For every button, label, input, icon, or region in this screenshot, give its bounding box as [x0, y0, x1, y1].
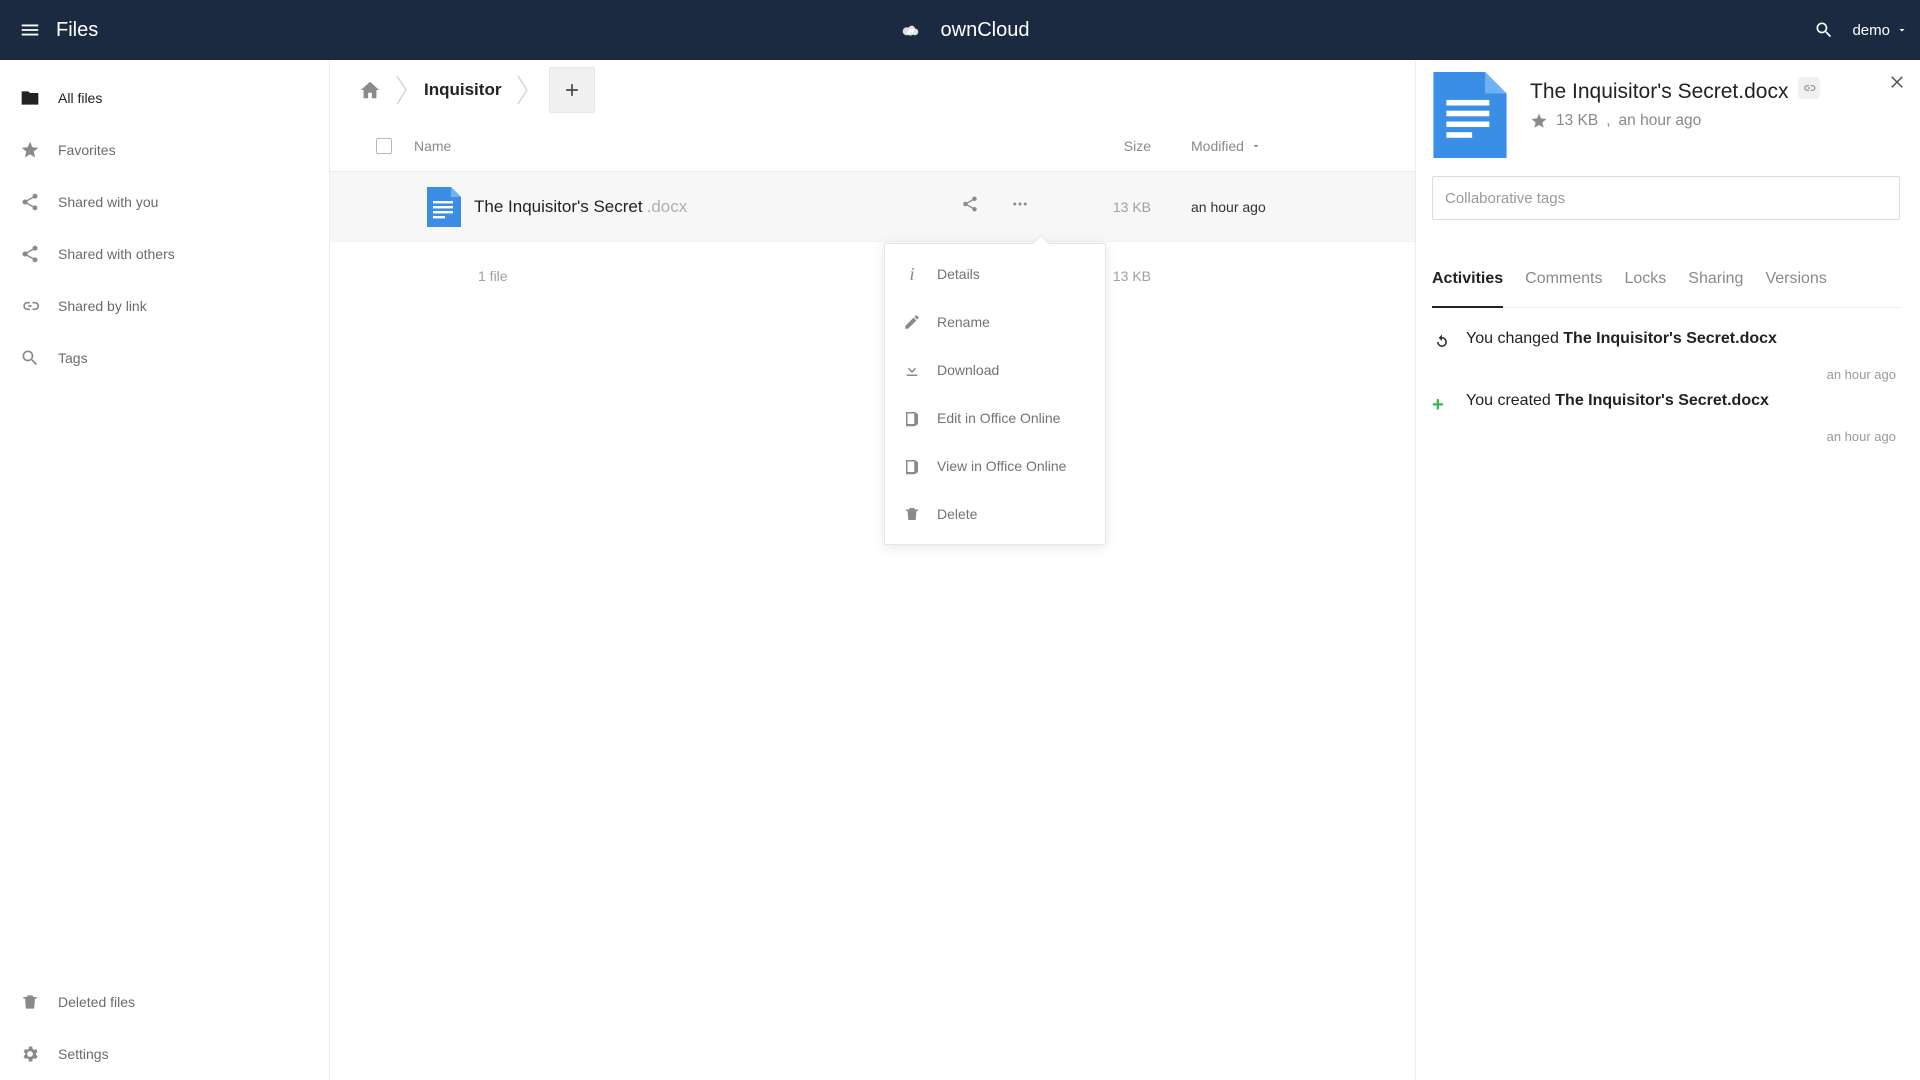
- activity-time: an hour ago: [1432, 429, 1900, 444]
- column-header-size[interactable]: Size: [1041, 138, 1191, 154]
- sidebar-item-favorites[interactable]: Favorites: [0, 124, 329, 176]
- sidebar-item-shared-with-others[interactable]: Shared with others: [0, 228, 329, 280]
- brand-name: ownCloud: [941, 19, 1030, 42]
- star-icon: [20, 140, 40, 160]
- plus-icon: [562, 80, 582, 100]
- ellipsis-icon: [1009, 195, 1031, 213]
- star-icon[interactable]: [1530, 112, 1548, 130]
- sidebar-item-label: Shared by link: [58, 298, 147, 314]
- column-header-modified[interactable]: Modified: [1191, 138, 1391, 154]
- activity-item: + You created The Inquisitor's Secret.do…: [1432, 392, 1900, 417]
- breadcrumb-separator: [392, 68, 412, 112]
- trash-icon: [20, 992, 40, 1012]
- file-panel: Inquisitor Name Size Modified: [330, 60, 1416, 1080]
- share-button[interactable]: [961, 195, 979, 218]
- collaborative-tags-input[interactable]: [1432, 176, 1900, 220]
- folder-icon: [20, 88, 40, 108]
- sidebar-item-all-files[interactable]: All files: [0, 72, 329, 124]
- file-name: The Inquisitor's Secret.docx: [474, 197, 961, 217]
- activity-time: an hour ago: [1432, 367, 1900, 382]
- breadcrumb-current[interactable]: Inquisitor: [424, 80, 501, 100]
- gear-icon: [20, 1044, 40, 1064]
- sort-desc-icon: [1250, 140, 1262, 152]
- details-panel: The Inquisitor's Secret.docx 13 KB, an h…: [1416, 60, 1920, 1080]
- link-icon: [20, 296, 40, 316]
- home-icon: [359, 79, 381, 101]
- changed-icon: [1432, 332, 1452, 355]
- sidebar-item-shared-with-you[interactable]: Shared with you: [0, 176, 329, 228]
- chevron-down-icon: [1896, 24, 1908, 36]
- info-icon: i: [903, 264, 921, 284]
- menu-button[interactable]: [12, 19, 48, 41]
- more-actions-button[interactable]: [1009, 195, 1031, 218]
- breadcrumb-separator: [513, 68, 533, 112]
- sidebar-item-label: Settings: [58, 1046, 109, 1062]
- sidebar-item-deleted-files[interactable]: Deleted files: [0, 976, 329, 1028]
- owncloud-logo-icon: [891, 14, 931, 46]
- sidebar-item-shared-by-link[interactable]: Shared by link: [0, 280, 329, 332]
- details-title: The Inquisitor's Secret.docx: [1530, 80, 1788, 104]
- user-label: demo: [1852, 22, 1890, 39]
- ctx-details[interactable]: i Details: [885, 250, 1105, 298]
- file-table-header: Name Size Modified: [330, 120, 1415, 172]
- tab-sharing[interactable]: Sharing: [1688, 270, 1743, 307]
- file-size: 13 KB: [1041, 199, 1191, 215]
- link-icon: [1802, 81, 1816, 95]
- tab-activities[interactable]: Activities: [1432, 270, 1503, 308]
- file-row[interactable]: The Inquisitor's Secret.docx 13 KB an ho…: [330, 172, 1415, 242]
- app-header: Files ownCloud demo: [0, 0, 1920, 60]
- file-summary-row: 1 file 13 KB: [330, 242, 1415, 310]
- sidebar-item-label: Tags: [58, 350, 88, 366]
- trash-icon: [903, 504, 921, 524]
- select-all-checkbox[interactable]: [376, 138, 392, 154]
- brand: ownCloud: [891, 14, 1030, 46]
- ctx-delete[interactable]: Delete: [885, 490, 1105, 538]
- office-icon: [903, 408, 921, 428]
- share-in-icon: [20, 192, 40, 212]
- sidebar: All files Favorites Shared with you Shar…: [0, 60, 330, 1080]
- sidebar-item-tags[interactable]: Tags: [0, 332, 329, 384]
- pencil-icon: [903, 312, 921, 332]
- close-details-button[interactable]: [1888, 72, 1906, 96]
- add-button[interactable]: [549, 67, 595, 113]
- copy-link-button[interactable]: [1798, 77, 1820, 99]
- ctx-view-office[interactable]: View in Office Online: [885, 442, 1105, 490]
- ctx-download[interactable]: Download: [885, 346, 1105, 394]
- created-icon: +: [1432, 394, 1452, 417]
- ctx-edit-office[interactable]: Edit in Office Online: [885, 394, 1105, 442]
- user-menu[interactable]: demo: [1852, 22, 1908, 39]
- file-modified: an hour ago: [1191, 199, 1391, 215]
- share-out-icon: [20, 244, 40, 264]
- sidebar-item-label: Favorites: [58, 142, 116, 158]
- office-icon: [903, 456, 921, 476]
- file-context-menu: i Details Rename Download Edit in Office…: [884, 243, 1106, 545]
- tab-versions[interactable]: Versions: [1765, 270, 1826, 307]
- sidebar-item-label: Deleted files: [58, 994, 135, 1010]
- activity-list: You changed The Inquisitor's Secret.docx…: [1432, 330, 1900, 444]
- breadcrumb: Inquisitor: [330, 60, 1415, 120]
- close-icon: [1888, 72, 1906, 90]
- search-icon: [20, 348, 40, 368]
- sidebar-item-label: All files: [58, 90, 102, 106]
- activity-item: You changed The Inquisitor's Secret.docx: [1432, 330, 1900, 355]
- ctx-rename[interactable]: Rename: [885, 298, 1105, 346]
- details-size: 13 KB: [1556, 112, 1598, 130]
- doc-file-icon: [427, 187, 461, 227]
- sidebar-item-label: Shared with you: [58, 194, 158, 210]
- breadcrumb-home[interactable]: [350, 70, 390, 110]
- sidebar-item-label: Shared with others: [58, 246, 175, 262]
- file-thumbnail-icon: [1432, 72, 1508, 158]
- app-name: Files: [56, 19, 98, 42]
- sidebar-item-settings[interactable]: Settings: [0, 1028, 329, 1080]
- column-header-name[interactable]: Name: [414, 138, 1041, 154]
- download-icon: [903, 360, 921, 380]
- details-time: an hour ago: [1619, 112, 1702, 130]
- tab-comments[interactable]: Comments: [1525, 270, 1602, 307]
- tab-locks[interactable]: Locks: [1625, 270, 1667, 307]
- search-icon[interactable]: [1814, 20, 1834, 40]
- details-tabs: Activities Comments Locks Sharing Versio…: [1432, 270, 1900, 308]
- share-icon: [961, 195, 979, 213]
